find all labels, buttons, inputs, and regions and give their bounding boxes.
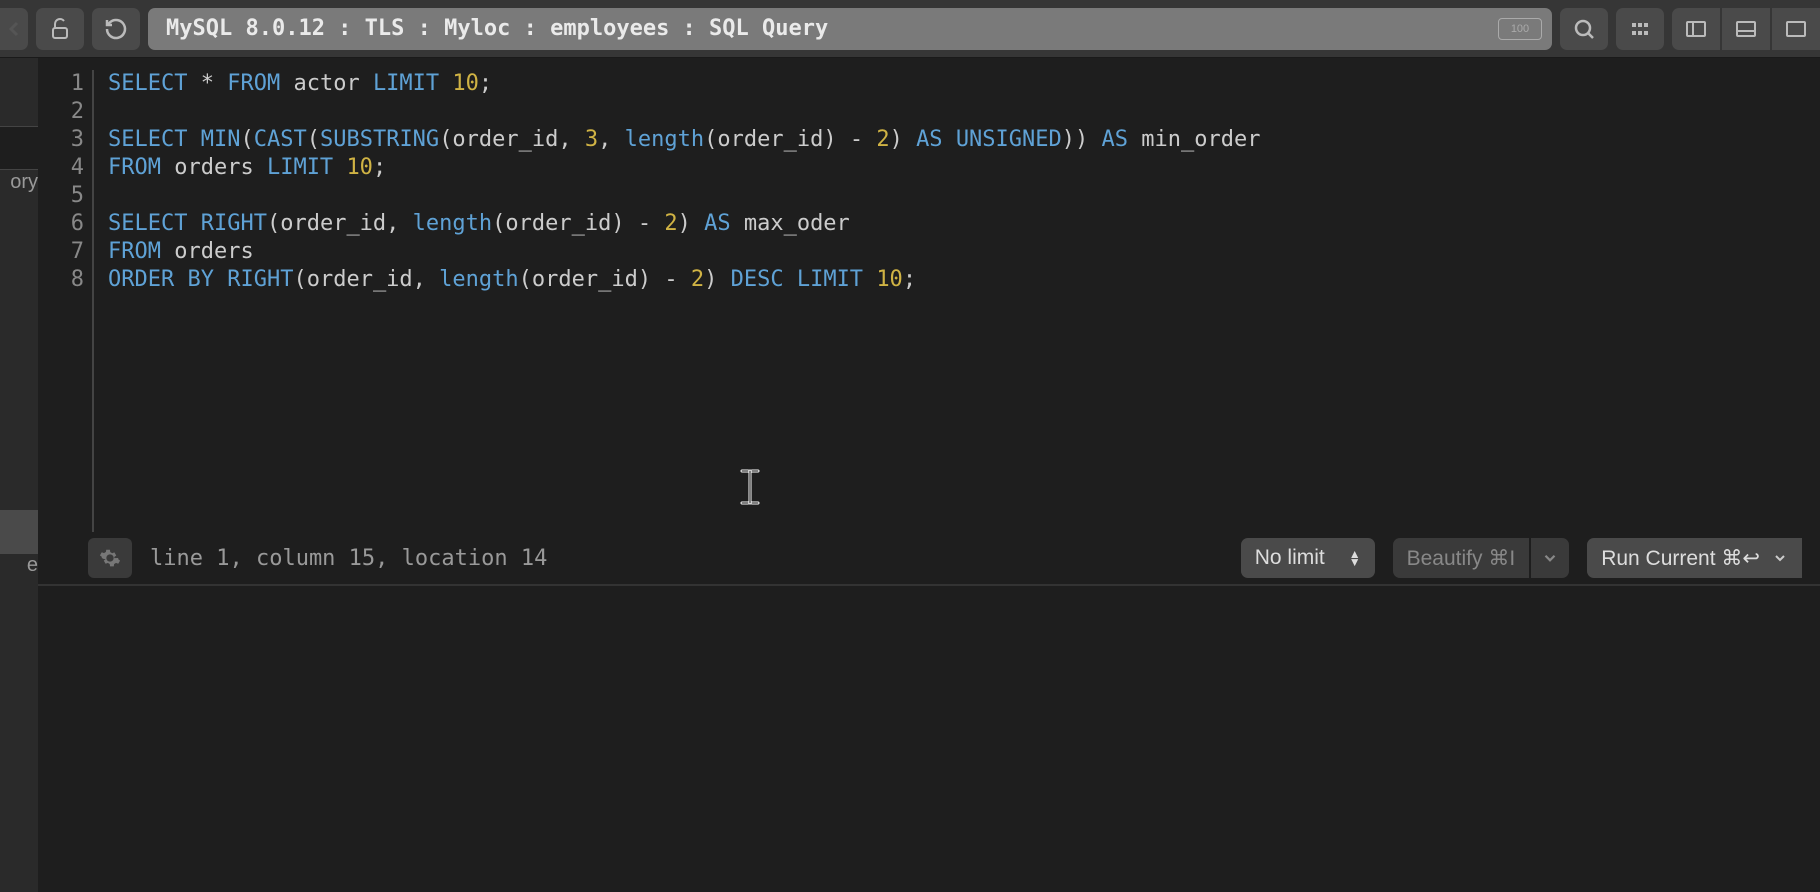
search-icon (1572, 17, 1596, 41)
code-line (108, 182, 1260, 210)
code-line: FROM orders (108, 238, 1260, 266)
beautify-button[interactable]: Beautify ⌘I (1393, 538, 1530, 578)
refresh-icon (104, 17, 128, 41)
lock-button[interactable] (36, 8, 84, 50)
search-button[interactable] (1560, 8, 1608, 50)
code-line: ORDER BY RIGHT(order_id, length(order_id… (108, 266, 1260, 294)
nav-back-button[interactable] (0, 8, 28, 50)
sidebar-tab-active[interactable]: ory (0, 126, 38, 170)
chevron-left-icon (2, 17, 26, 41)
line-number-gutter: 12345678 (38, 70, 94, 532)
code-line: SELECT RIGHT(order_id, length(order_id) … (108, 210, 1260, 238)
code-line: FROM orders LIMIT 10; (108, 154, 1260, 182)
sidebar-item-partial-2: e (0, 510, 38, 581)
breadcrumb-bar[interactable]: MySQL 8.0.12 : TLS : Myloc : employees :… (148, 8, 1552, 50)
panel-right-button[interactable] (1772, 8, 1820, 50)
breadcrumb-text: MySQL 8.0.12 : TLS : Myloc : employees :… (166, 16, 828, 41)
line-number: 6 (52, 210, 84, 238)
line-number: 2 (52, 98, 84, 126)
line-number: 4 (52, 154, 84, 182)
editor-status-bar: line 1, column 15, location 14 No limit … (38, 532, 1820, 586)
grid-icon (1628, 17, 1652, 41)
panel-sidebar-button[interactable] (1672, 8, 1720, 50)
gear-icon (99, 547, 121, 569)
limit-dropdown[interactable]: No limit ▲▼ (1241, 538, 1375, 578)
panel-right-icon (1784, 17, 1808, 41)
beautify-split-button[interactable]: Beautify ⌘I (1393, 538, 1570, 578)
code-content[interactable]: SELECT * FROM actor LIMIT 10; SELECT MIN… (94, 70, 1260, 532)
lock-open-icon (48, 17, 72, 41)
line-number: 7 (52, 238, 84, 266)
cursor-position-text: line 1, column 15, location 14 (150, 546, 547, 571)
panel-bottom-icon (1734, 17, 1758, 41)
run-label: Run Current ⌘↩ (1601, 546, 1760, 571)
run-current-button[interactable]: Run Current ⌘↩ (1587, 538, 1802, 578)
code-line (108, 98, 1260, 126)
chevron-down-icon (1541, 549, 1559, 567)
line-number: 8 (52, 266, 84, 294)
line-number: 5 (52, 182, 84, 210)
grid-view-button[interactable] (1616, 8, 1664, 50)
breadcrumb-badge: 100 (1498, 18, 1542, 40)
results-panel (38, 602, 1820, 892)
line-number: 3 (52, 126, 84, 154)
toolbar: MySQL 8.0.12 : TLS : Myloc : employees :… (0, 0, 1820, 58)
sidebar-item-partial-1: ory (0, 127, 38, 198)
editor-panel: 12345678 SELECT * FROM actor LIMIT 10; S… (38, 58, 1820, 598)
panel-left-icon (1684, 17, 1708, 41)
sidebar-tab[interactable]: e (0, 510, 38, 554)
code-line: SELECT MIN(CAST(SUBSTRING(order_id, 3, l… (108, 126, 1260, 154)
beautify-menu-button[interactable] (1531, 538, 1569, 578)
dropdown-stepper-icon: ▲▼ (1349, 550, 1361, 566)
refresh-button[interactable] (92, 8, 140, 50)
limit-label: No limit (1255, 546, 1325, 570)
panel-bottom-button[interactable] (1722, 8, 1770, 50)
chevron-down-icon (1772, 550, 1788, 566)
line-number: 1 (52, 70, 84, 98)
sql-editor[interactable]: 12345678 SELECT * FROM actor LIMIT 10; S… (38, 58, 1820, 532)
sidebar: ory e (0, 58, 38, 892)
editor-settings-button[interactable] (88, 538, 132, 578)
code-line: SELECT * FROM actor LIMIT 10; (108, 70, 1260, 98)
